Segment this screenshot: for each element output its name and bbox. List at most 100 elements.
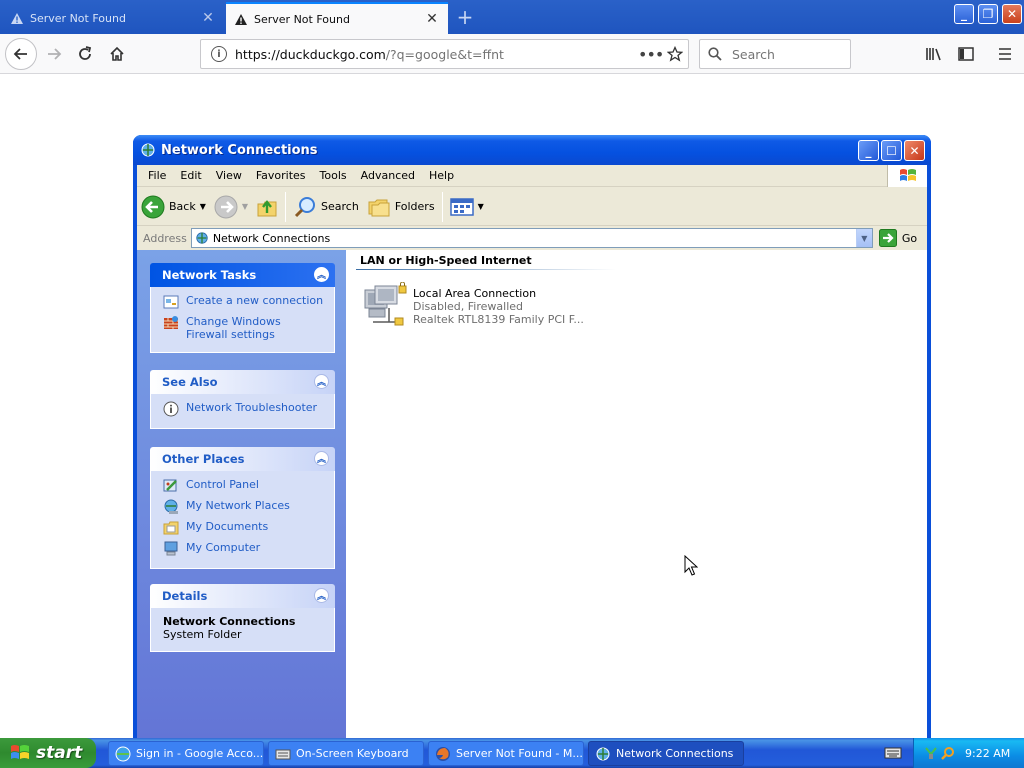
folders-label: Folders: [394, 200, 435, 213]
clock[interactable]: 9:22 AM: [965, 747, 1010, 760]
search-label: Search: [321, 200, 359, 213]
taskbar-button-network-connections[interactable]: Network Connections: [588, 741, 744, 766]
go-button[interactable]: Go: [878, 229, 918, 247]
browser-globe-icon: [115, 746, 131, 762]
see-also-list: Network Troubleshooter: [150, 394, 335, 429]
my-network-places-link[interactable]: My Network Places: [163, 499, 324, 515]
browser-tab-strip: Server Not Found ✕ Server Not Found ✕ + …: [0, 0, 1024, 34]
collapse-chevron-icon[interactable]: ︽: [314, 588, 329, 603]
menu-view[interactable]: View: [209, 169, 249, 182]
up-folder-icon: [256, 196, 278, 218]
back-button[interactable]: Back ▼: [137, 191, 210, 223]
network-tasks-header[interactable]: Network Tasks ︽: [150, 263, 335, 287]
firefox-icon: [435, 746, 451, 762]
address-dropdown-button[interactable]: ▼: [855, 229, 872, 247]
change-firewall-settings-link[interactable]: Change Windows Firewall settings: [163, 315, 324, 341]
go-label: Go: [901, 231, 918, 245]
menu-icon[interactable]: [995, 44, 1015, 64]
close-tab-icon[interactable]: ✕: [200, 10, 216, 26]
back-button[interactable]: [5, 38, 37, 70]
details-header[interactable]: Details ︽: [150, 584, 335, 608]
my-computer-link[interactable]: My Computer: [163, 541, 324, 557]
browser-tab-2[interactable]: Server Not Found ✕: [226, 2, 448, 34]
windows-flag-icon: [10, 743, 30, 763]
connection-name: Local Area Connection: [413, 287, 537, 300]
local-area-connection-item[interactable]: Local Area Connection Disabled, Firewall…: [361, 281, 584, 332]
network-connections-icon: [195, 231, 209, 245]
url-text[interactable]: https://duckduckgo.com/?q=google&t=ffnt: [235, 47, 638, 62]
windows-logo-icon: [887, 165, 927, 187]
connection-status: Disabled, Firewalled: [413, 300, 524, 313]
close-button[interactable]: ✕: [904, 140, 925, 161]
menu-edit[interactable]: Edit: [173, 169, 208, 182]
dropdown-arrow-icon[interactable]: ▼: [200, 202, 206, 211]
other-places-title: Other Places: [162, 452, 245, 466]
maximize-button[interactable]: ☐: [881, 140, 902, 161]
search-button[interactable]: Search: [289, 191, 363, 223]
menu-tools[interactable]: Tools: [313, 169, 354, 182]
menu-favorites[interactable]: Favorites: [249, 169, 313, 182]
search-tray-icon[interactable]: [941, 746, 955, 760]
control-panel-link[interactable]: Control Panel: [163, 478, 324, 494]
browser-restore-button[interactable]: ❐: [978, 4, 998, 24]
network-connections-icon: [140, 142, 156, 158]
taskbar-button-google-signin[interactable]: Sign in - Google Acco...: [108, 741, 264, 766]
folders-button[interactable]: Folders: [363, 191, 439, 223]
up-folder-button[interactable]: [252, 191, 282, 223]
connection-text: Local Area Connection Disabled, Firewall…: [413, 282, 584, 332]
views-button[interactable]: ▼: [446, 191, 488, 223]
tab-title: Server Not Found: [30, 11, 126, 25]
taskbar-button-on-screen-keyboard[interactable]: On-Screen Keyboard: [268, 741, 424, 766]
window-body: File Edit View Favorites Tools Advanced …: [137, 165, 927, 738]
new-tab-button[interactable]: +: [452, 4, 478, 30]
network-places-icon: [163, 499, 179, 515]
sidebar-icon[interactable]: [956, 44, 976, 64]
library-icon[interactable]: [924, 44, 944, 64]
other-places-header[interactable]: Other Places ︽: [150, 447, 335, 471]
network-tray-icon[interactable]: [924, 746, 938, 760]
minimize-button[interactable]: _: [858, 140, 879, 161]
close-tab-icon[interactable]: ✕: [424, 11, 440, 27]
home-button[interactable]: [103, 40, 131, 68]
forward-button[interactable]: ▼: [210, 191, 252, 223]
collapse-chevron-icon[interactable]: ︽: [314, 374, 329, 389]
start-button[interactable]: start: [0, 738, 96, 768]
create-new-connection-link[interactable]: Create a new connection: [163, 294, 324, 310]
collapse-chevron-icon[interactable]: ︽: [314, 267, 329, 282]
network-troubleshooter-link[interactable]: Network Troubleshooter: [163, 401, 324, 417]
menu-file[interactable]: File: [141, 169, 173, 182]
dropdown-arrow-icon[interactable]: ▼: [478, 202, 484, 211]
keyboard-tray-icon[interactable]: [884, 745, 902, 761]
page-actions-icon[interactable]: •••: [638, 45, 664, 64]
group-divider: [356, 269, 616, 270]
keyboard-icon: [275, 746, 291, 762]
window-title-bar[interactable]: Network Connections _ ☐ ✕: [133, 135, 931, 165]
forward-button[interactable]: [40, 40, 68, 68]
menu-bar: File Edit View Favorites Tools Advanced …: [137, 165, 927, 187]
menu-advanced[interactable]: Advanced: [354, 169, 422, 182]
window-title: Network Connections: [161, 142, 318, 158]
search-magnifier-icon: [293, 195, 317, 219]
reload-button[interactable]: [71, 40, 99, 68]
my-documents-icon: [163, 520, 179, 536]
url-bar[interactable]: i https://duckduckgo.com/?q=google&t=ffn…: [200, 39, 689, 69]
collapse-chevron-icon[interactable]: ︽: [314, 451, 329, 466]
my-documents-link[interactable]: My Documents: [163, 520, 324, 536]
search-input[interactable]: [730, 45, 840, 63]
browser-minimize-button[interactable]: _: [954, 4, 974, 24]
bookmark-star-icon[interactable]: [662, 46, 688, 62]
other-places-panel: Other Places ︽ Control Panel My Network …: [150, 447, 335, 569]
see-also-header[interactable]: See Also ︽: [150, 370, 335, 394]
details-panel: Details ︽ Network Connections System Fol…: [150, 584, 335, 652]
network-tasks-list: Create a new connection Change Windows F…: [150, 287, 335, 353]
browser-close-button[interactable]: ✕: [1002, 4, 1022, 24]
content-pane: LAN or High-Speed Internet Local Area Co…: [346, 250, 927, 738]
search-bar[interactable]: [699, 39, 851, 69]
details-title: Details: [162, 589, 208, 603]
menu-help[interactable]: Help: [422, 169, 461, 182]
dropdown-arrow-icon: ▼: [241, 202, 249, 211]
site-info-icon[interactable]: i: [211, 46, 227, 62]
taskbar-button-firefox[interactable]: Server Not Found - M...: [428, 741, 584, 766]
browser-tab-1[interactable]: Server Not Found ✕: [2, 2, 224, 34]
address-field[interactable]: Network Connections ▼: [190, 228, 873, 248]
